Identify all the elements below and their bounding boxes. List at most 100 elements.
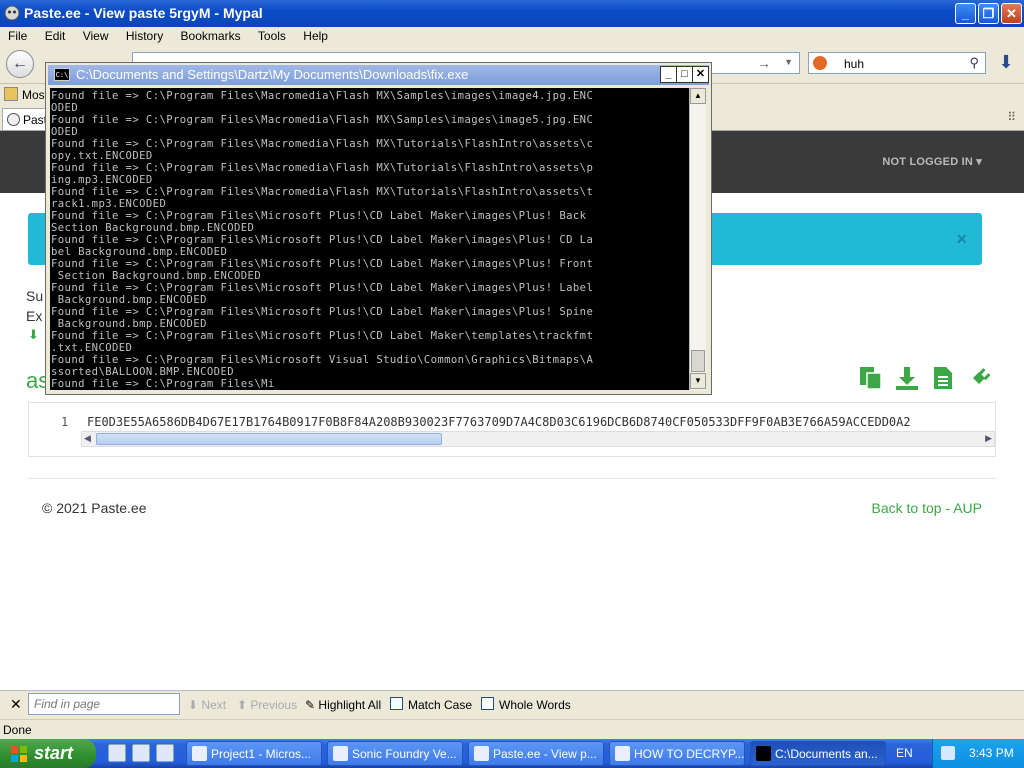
back-button[interactable]: ← — [6, 50, 34, 78]
close-button[interactable]: ✕ — [1001, 3, 1022, 24]
browser-title-bar: Paste.ee - View paste 5rgyM - Mypal _ ❐ … — [0, 0, 1024, 27]
scroll-left-icon[interactable]: ◀ — [84, 433, 91, 444]
copy-icon[interactable] — [858, 365, 884, 391]
console-title-bar[interactable]: C:\ C:\Documents and Settings\Dartz\My D… — [48, 65, 709, 85]
match-case-label[interactable]: Match Case — [408, 698, 472, 712]
highlighter-icon: ✎ — [305, 698, 316, 712]
plug-icon[interactable] — [966, 365, 992, 391]
menu-bar: File Edit View History Bookmarks Tools H… — [0, 27, 1024, 47]
vertical-scroll-thumb[interactable] — [691, 350, 705, 372]
menu-tools[interactable]: Tools — [251, 27, 293, 43]
paste-meta-submitted: Su — [26, 288, 44, 304]
whole-words-checkbox[interactable] — [481, 697, 494, 710]
mypal-taskbar-icon — [474, 746, 489, 761]
find-next-button[interactable]: ⬇ Next — [188, 698, 226, 712]
aup-link[interactable]: AUP — [953, 500, 982, 516]
console-maximize-button[interactable]: □ — [676, 66, 693, 83]
search-icon[interactable]: ⚲ — [969, 55, 979, 71]
taskbar-item-console[interactable]: C:\Documents an... — [750, 741, 886, 766]
console-taskbar-icon — [756, 746, 771, 761]
paste-meta-expires: Ex — [26, 308, 43, 324]
caret-down-icon: ▾ — [976, 156, 982, 168]
system-tray: 3:43 PM — [932, 739, 1024, 768]
quicklaunch-ie-icon[interactable] — [108, 744, 126, 762]
find-previous-button[interactable]: ⬆ Previous — [237, 698, 297, 712]
taskbar-item-paste-ee[interactable]: Paste.ee - View p... — [468, 741, 604, 766]
windows-taskbar: start Project1 - Micros... Sonic Foundry… — [0, 739, 1024, 768]
tray-icon[interactable] — [941, 746, 955, 760]
minimize-button[interactable]: _ — [955, 3, 976, 24]
console-window[interactable]: C:\ C:\Documents and Settings\Dartz\My D… — [45, 62, 712, 395]
tab-favicon-icon — [7, 113, 20, 126]
find-close-icon[interactable]: ✕ — [10, 696, 22, 713]
duckduckgo-engine-icon[interactable] — [813, 56, 827, 70]
link-separator: - — [941, 500, 954, 516]
horizontal-scroll-thumb[interactable] — [96, 433, 442, 445]
console-vertical-scrollbar[interactable]: ▲ ▼ — [689, 88, 706, 390]
raw-file-icon[interactable] — [930, 365, 956, 391]
quicklaunch-cmd-icon[interactable] — [132, 744, 150, 762]
browser-window-title: Paste.ee - View paste 5rgyM - Mypal — [24, 5, 263, 21]
footer-links: Back to top - AUP — [871, 500, 982, 516]
alert-close-icon[interactable]: × — [956, 229, 967, 250]
menu-history[interactable]: History — [119, 27, 170, 43]
start-label: start — [34, 743, 74, 763]
tab-list-icon[interactable]: ⠿ — [1007, 110, 1016, 124]
line-number: 1 — [61, 415, 69, 429]
tab-label: Past — [23, 113, 48, 127]
menu-view[interactable]: View — [76, 27, 116, 43]
clock: 3:43 PM — [969, 746, 1014, 760]
start-button[interactable]: start — [0, 739, 96, 768]
scroll-down-icon[interactable]: ▼ — [690, 373, 706, 389]
quicklaunch-show-desktop-icon[interactable] — [156, 744, 174, 762]
taskbar-item-how-to-decrypt[interactable]: HOW TO DECRYP... — [609, 741, 745, 766]
taskbar-item-project1[interactable]: Project1 - Micros... — [186, 741, 322, 766]
up-arrow-icon: ⬆ — [237, 698, 248, 712]
go-arrow-icon[interactable]: → — [757, 55, 771, 71]
search-input-value[interactable]: huh — [844, 57, 864, 71]
match-case-checkbox[interactable] — [390, 697, 403, 710]
taskbar-item-sonic-foundry[interactable]: Sonic Foundry Ve... — [327, 741, 463, 766]
search-bar[interactable]: huh ⚲ — [808, 52, 986, 74]
back-arrow-icon: ← — [12, 55, 28, 72]
menu-help[interactable]: Help — [296, 27, 335, 43]
menu-file[interactable]: File — [0, 27, 34, 43]
url-dropdown-icon[interactable]: ▼ — [784, 57, 793, 67]
windows-logo-icon — [11, 746, 27, 762]
code-viewport: FE0D3E55A6586DB4D67E17B1764B0917F0B8F84A… — [85, 403, 995, 431]
scroll-up-icon[interactable]: ▲ — [690, 88, 706, 104]
document-app-icon — [615, 746, 630, 761]
find-input[interactable]: Find in page — [28, 693, 180, 715]
status-bar: Done — [0, 719, 1024, 740]
console-text: Found file => C:\Program Files\Macromedi… — [51, 90, 594, 390]
console-title: C:\Documents and Settings\Dartz\My Docum… — [76, 67, 469, 82]
code-line: FE0D3E55A6586DB4D67E17B1764B0917F0B8F84A… — [87, 415, 911, 429]
console-output: Found file => C:\Program Files\Macromedi… — [50, 88, 689, 390]
menu-edit[interactable]: Edit — [38, 27, 73, 43]
download-icon[interactable] — [894, 365, 920, 391]
bookmark-icon — [4, 87, 18, 101]
highlight-all-button[interactable]: ✎ Highlight All — [305, 698, 381, 712]
console-close-button[interactable]: ✕ — [692, 66, 709, 83]
code-box: 1 FE0D3E55A6586DB4D67E17B1764B0917F0B8F8… — [28, 402, 996, 457]
find-bar: ✕ Find in page ⬇ Next ⬆ Previous ✎ Highl… — [0, 690, 1024, 719]
footer-copyright: © 2021 Paste.ee — [42, 500, 147, 516]
restore-button[interactable]: ❐ — [978, 3, 999, 24]
sonic-foundry-app-icon — [333, 746, 348, 761]
status-text: Done — [3, 723, 32, 737]
download-arrow-icon[interactable]: ⬇ — [994, 52, 1018, 76]
download-small-icon[interactable]: ⬇ — [28, 327, 39, 343]
menu-bookmarks[interactable]: Bookmarks — [174, 27, 248, 43]
console-minimize-button[interactable]: _ — [660, 66, 677, 83]
console-app-icon: C:\ — [54, 68, 70, 81]
back-to-top-link[interactable]: Back to top — [871, 500, 941, 516]
language-indicator[interactable]: EN — [896, 746, 913, 760]
mypal-app-icon — [4, 5, 20, 21]
down-arrow-icon: ⬇ — [188, 698, 199, 712]
not-logged-in-menu[interactable]: NOT LOGGED IN ▾ — [882, 155, 982, 168]
scroll-right-icon[interactable]: ▶ — [985, 433, 992, 444]
horizontal-scrollbar[interactable]: ◀ ▶ — [81, 431, 995, 447]
vb-app-icon — [192, 746, 207, 761]
find-placeholder: Find in page — [34, 697, 101, 711]
whole-words-label[interactable]: Whole Words — [499, 698, 571, 712]
